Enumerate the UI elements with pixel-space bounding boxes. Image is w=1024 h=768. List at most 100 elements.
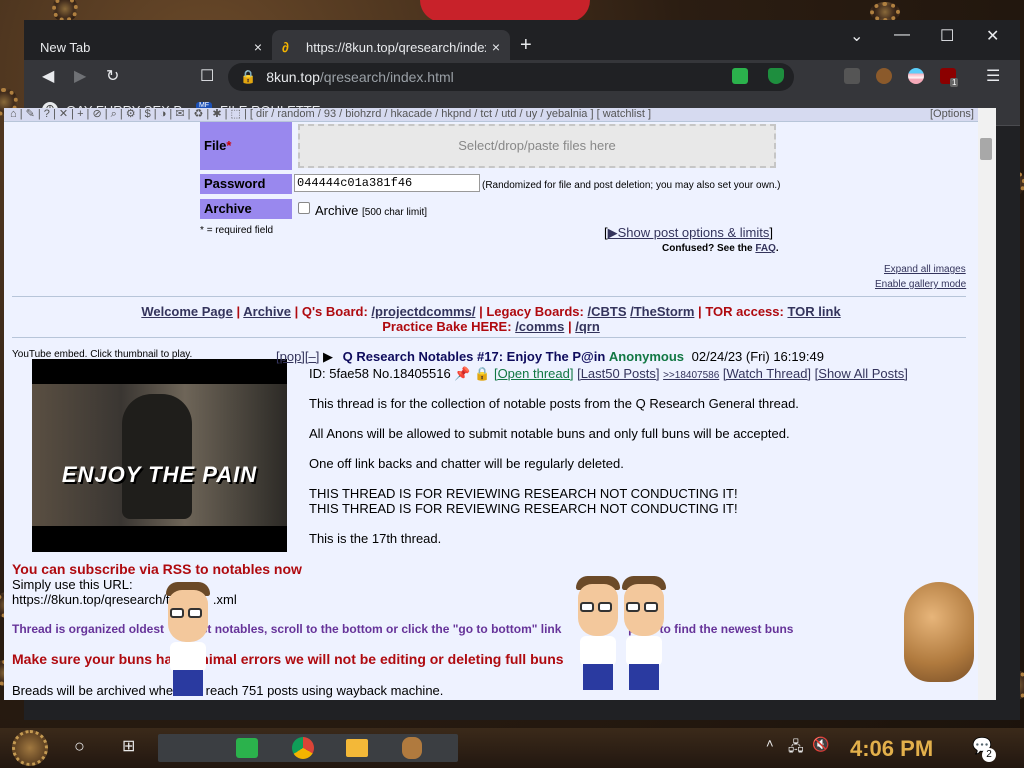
forward-icon[interactable]: ▶: [74, 66, 86, 86]
show-all-link[interactable]: [Show All Posts]: [815, 366, 908, 381]
flag-extension-icon[interactable]: [908, 68, 924, 84]
post-body-line: One off link backs and chatter will be r…: [309, 456, 624, 471]
post-body-line: THIS THREAD IS FOR REVIEWING RESEARCH NO…: [309, 486, 738, 501]
caret-right-icon[interactable]: ▶: [323, 349, 333, 364]
bookmark-icon[interactable]: ☐: [200, 66, 214, 86]
collapse-link[interactable]: [–]: [305, 349, 319, 364]
poster-id: ID: 5fae58: [309, 366, 369, 381]
practice-link[interactable]: /qrn: [575, 319, 600, 334]
post-body-line: This thread is for the collection of not…: [309, 396, 799, 411]
password-field[interactable]: 044444c01a381f46: [294, 174, 480, 192]
lock-icon: 🔒: [240, 69, 257, 84]
soldier-figure: [122, 394, 192, 519]
archive-checkbox[interactable]: [298, 202, 310, 214]
tab-label: New Tab: [40, 39, 91, 55]
last50-link[interactable]: [Last50 Posts]: [577, 366, 659, 381]
reload-icon[interactable]: ↻: [106, 66, 119, 86]
gear-icon: [870, 2, 900, 22]
network-icon[interactable]: 🖧: [788, 736, 804, 760]
options-link[interactable]: [Options]: [930, 108, 974, 121]
confused-note: Confused? See the FAQ.: [662, 243, 779, 254]
watchlist-link[interactable]: [ watchlist ]: [597, 108, 651, 120]
gallery-mode-link[interactable]: Enable gallery mode: [875, 279, 966, 290]
post-body-line: All Anons will be allowed to submit nota…: [309, 426, 790, 441]
post-subject: Q Research Notables #17: Enjoy The P@in: [342, 349, 606, 364]
post-number[interactable]: No.18405516: [373, 366, 451, 381]
expand-images-link[interactable]: Expand all images: [884, 264, 966, 275]
link-icon: ∂: [282, 39, 289, 55]
address-bar[interactable]: 🔒 8kun.top/qresearch/index.html: [228, 63, 794, 91]
pop-link[interactable]: [pop]: [276, 349, 305, 364]
chrome-icon[interactable]: [292, 737, 314, 759]
notification-count: 2: [982, 748, 996, 762]
post-body-line: THIS THREAD IS FOR REVIEWING RESEARCH NO…: [309, 501, 738, 516]
thumbnail-caption: ENJOY THE PAIN: [61, 462, 258, 487]
folder-icon[interactable]: [346, 739, 368, 757]
minimize-icon[interactable]: —: [894, 26, 910, 44]
cartoon-character: [620, 570, 670, 700]
password-label: Password: [200, 174, 292, 194]
chat-extension-icon[interactable]: [732, 68, 748, 84]
browser-toolbar: ◀ ▶ ↻ ☐ 🔒 8kun.top/qresearch/index.html …: [24, 60, 1020, 94]
board-list[interactable]: [ dir / random / 93 / biohzrd / hkacade …: [250, 108, 594, 120]
show-post-options[interactable]: [▶Show post options & limits]: [604, 225, 773, 241]
organized-note: Thread is organized oldest st notables, …: [12, 622, 794, 636]
search-icon[interactable]: ○: [74, 736, 85, 757]
tab-qresearch[interactable]: ∂ https://8kun.top/qresearch/index.html …: [272, 30, 510, 64]
chat-app-icon[interactable]: [236, 738, 258, 758]
shield-extension-icon[interactable]: [768, 68, 784, 84]
maximize-icon[interactable]: ☐: [940, 26, 954, 46]
close-icon[interactable]: ×: [492, 39, 500, 55]
rss-line: Simply use this URL:: [12, 577, 133, 592]
page-scrollbar[interactable]: [978, 108, 996, 700]
welcome-link[interactable]: Welcome Page: [141, 304, 233, 319]
tor-link[interactable]: TOR link: [787, 304, 840, 319]
new-tab-button[interactable]: +: [520, 34, 532, 57]
gear-icon: [52, 0, 78, 22]
address-host: 8kun.top: [266, 69, 320, 85]
post-meta: ID: 5fae58 No.18405516 📌 🔒 [Open thread]…: [309, 366, 908, 382]
divider: [12, 337, 966, 338]
ublock-icon[interactable]: 1: [940, 68, 959, 87]
youtube-thumbnail[interactable]: ENJOY THE PAIN: [32, 359, 287, 552]
board-nav-line2: Practice Bake HERE: /comms | /qrn: [382, 319, 600, 334]
taskbar-clock[interactable]: 4:06 PM: [850, 736, 933, 762]
reply-backlink[interactable]: >>18407586: [663, 370, 719, 381]
post-date: 02/24/23 (Fri) 16:19:49: [691, 349, 824, 364]
legacy-board-link[interactable]: /CBTS: [588, 304, 627, 319]
post-body-line: This is the 17th thread.: [309, 531, 442, 546]
menu-icon[interactable]: ☰: [986, 66, 1000, 86]
hamster-app-icon[interactable]: [402, 737, 422, 759]
chevron-down-icon[interactable]: ⌄: [850, 26, 863, 46]
archived-note: Breads will be archived when reach 751 p…: [12, 683, 444, 698]
board-nav-line1: Welcome Page | Archive | Q's Board: /pro…: [141, 304, 841, 319]
file-label: File*: [200, 122, 292, 170]
tab-label: https://8kun.top/qresearch/index.html: [306, 39, 486, 55]
open-thread-link[interactable]: [Open thread]: [494, 366, 574, 381]
chevron-up-icon[interactable]: ˄: [766, 736, 774, 751]
scrollbar-thumb[interactable]: [980, 138, 992, 160]
watch-thread-link[interactable]: [Watch Thread]: [723, 366, 811, 381]
extension-icon[interactable]: [844, 68, 860, 84]
required-note: * = required field: [200, 225, 274, 236]
archive-link[interactable]: Archive: [243, 304, 291, 319]
faq-link[interactable]: FAQ: [755, 243, 776, 254]
address-path: /qresearch/index.html: [319, 69, 454, 85]
board-bar: ⌂ | ✎ | ? | ✕ | + | ⊘ | ⌕ | ⚙ | $ | ◑ | …: [4, 108, 978, 122]
legacy-board-link[interactable]: /TheStorm: [630, 304, 694, 319]
close-icon[interactable]: ×: [254, 39, 262, 55]
volume-muted-icon[interactable]: 🔇: [812, 736, 829, 753]
window-close-icon[interactable]: ✕: [986, 26, 999, 46]
tab-new-tab[interactable]: New Tab ×: [30, 30, 272, 64]
lock-icon: 🔒: [474, 366, 491, 381]
file-dropzone[interactable]: Select/drop/paste files here: [298, 124, 776, 168]
start-button[interactable]: [12, 730, 48, 766]
task-view-icon[interactable]: ⊞: [122, 736, 135, 756]
board-tool-icons[interactable]: ⌂ | ✎ | ? | ✕ | + | ⊘ | ⌕ | ⚙ | $ | ◑ | …: [10, 108, 247, 120]
back-icon[interactable]: ◀: [42, 66, 54, 86]
qs-board-link[interactable]: /projectdcomms/: [371, 304, 475, 319]
taskbar: ○ ⊞ ˄ 🖧 🔇 4:06 PM 💬 2: [0, 728, 1024, 768]
avatar-extension-icon[interactable]: [876, 68, 892, 84]
practice-link[interactable]: /comms: [515, 319, 564, 334]
rss-heading: You can subscribe via RSS to notables no…: [12, 561, 302, 577]
